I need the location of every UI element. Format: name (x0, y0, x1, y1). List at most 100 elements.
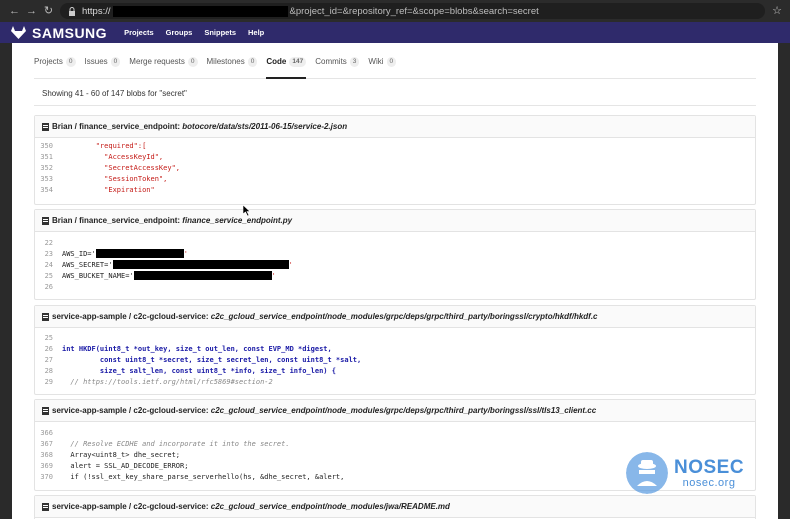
search-results: Projects 0 Issues 0 Merge requests 0 Milest… (12, 43, 778, 519)
tab-label: Code (266, 57, 287, 66)
app-header: SAMSUNG Projects Groups Snippets Help (0, 22, 790, 43)
brand-name[interactable]: SAMSUNG (32, 25, 107, 41)
blob-path[interactable]: finance_service_endpoint.py (182, 216, 292, 225)
code-text: AWS_SECRET=' (62, 261, 113, 269)
line-number[interactable]: 368 (35, 450, 62, 461)
code-text: // https://tools.ietf.org/html/rfc5869#s… (62, 378, 273, 386)
blob-project[interactable]: service-app-sample / c2c-gcloud-service: (52, 406, 209, 415)
nav-help[interactable]: Help (248, 28, 264, 37)
tab-count: 3 (349, 57, 360, 67)
tab-commits[interactable]: Commits 3 (315, 51, 360, 79)
file-icon (42, 122, 49, 131)
line-number[interactable]: 27 (35, 355, 62, 366)
code-line: 350 "required":[ (35, 141, 755, 152)
code-line: 352 "SecretAccessKey", (35, 163, 755, 174)
line-number[interactable]: 350 (35, 141, 62, 152)
back-icon[interactable]: ← (9, 5, 20, 17)
blob-header[interactable]: Brian / finance_service_endpoint: financ… (35, 210, 755, 232)
tab-label: Issues (84, 57, 108, 66)
blob-result: Brian / finance_service_endpoint: financ… (34, 209, 756, 300)
url-prefix: https:// (82, 5, 111, 17)
code-snippet: 350 "required":[ 351 "AccessKeyId", 352 … (35, 138, 755, 196)
address-bar[interactable]: https:// &project_id=&repository_ref=&sc… (60, 3, 765, 19)
code-snippet: 25 26 int HKDF(uint8_t *out_key, size_t o… (35, 328, 755, 388)
line-number[interactable]: 25 (35, 333, 62, 344)
line-number[interactable]: 25 (35, 271, 62, 282)
nav-groups[interactable]: Groups (166, 28, 193, 37)
code-line: 25 (35, 333, 755, 344)
line-number[interactable]: 22 (35, 238, 62, 249)
nav-projects[interactable]: Projects (124, 28, 154, 37)
code-text: alert = SSL_AD_DECODE_ERROR; (62, 462, 189, 470)
line-number[interactable]: 352 (35, 163, 62, 174)
nav-snippets[interactable]: Snippets (204, 28, 236, 37)
code-line: 23 AWS_ID=' ' (35, 249, 755, 260)
code-snippet: 22 23 AWS_ID=' ' 24 AWS_SECRET=' ' 25 AWS_BUC… (35, 232, 755, 293)
tab-merge-requests[interactable]: Merge requests 0 (129, 51, 198, 79)
redacted-secret (112, 260, 289, 269)
blob-path[interactable]: c2c_gcloud_service_endpoint/node_modules… (211, 312, 598, 321)
blob-path[interactable]: c2c_gcloud_service_endpoint/node_modules… (211, 502, 450, 511)
line-number[interactable]: 28 (35, 366, 62, 377)
blob-project[interactable]: service-app-sample / c2c-gcloud-service: (52, 502, 209, 511)
tab-count: 0 (386, 57, 397, 67)
search-tabs: Projects 0 Issues 0 Merge requests 0 Milest… (34, 51, 756, 79)
line-number[interactable]: 370 (35, 472, 62, 483)
code-text: size_t salt_len, const uint8_t *info, si… (62, 367, 336, 375)
file-icon (42, 216, 49, 225)
code-line: 22 (35, 238, 755, 249)
code-line: 24 AWS_SECRET=' ' (35, 260, 755, 271)
line-number[interactable]: 367 (35, 439, 62, 450)
blob-header[interactable]: service-app-sample / c2c-gcloud-service:… (35, 306, 755, 328)
code-text: AWS_BUCKET_NAME=' (62, 272, 134, 280)
line-number[interactable]: 353 (35, 174, 62, 185)
reload-icon[interactable]: ↻ (43, 5, 54, 17)
code-line: 25 AWS_BUCKET_NAME=' ' (35, 271, 755, 282)
watermark-subtitle: nosec.org (682, 476, 736, 489)
tab-code[interactable]: Code 147 (266, 51, 307, 79)
tab-wiki[interactable]: Wiki 0 (368, 51, 397, 79)
line-number[interactable]: 26 (35, 282, 62, 293)
forward-icon[interactable]: → (26, 5, 37, 17)
code-text: "required":[ (62, 142, 147, 150)
gitlab-logo-icon[interactable] (11, 26, 26, 39)
tab-count: 0 (110, 57, 121, 67)
bookmark-star-icon[interactable]: ☆ (772, 4, 782, 17)
line-number[interactable]: 369 (35, 461, 62, 472)
code-line: 27 const uint8_t *secret, size_t secret_… (35, 355, 755, 366)
blob-result: service-app-sample / c2c-gcloud-service:… (34, 495, 756, 519)
tab-projects[interactable]: Projects 0 (34, 51, 76, 79)
line-number[interactable]: 23 (35, 249, 62, 260)
blob-header[interactable]: service-app-sample / c2c-gcloud-service:… (35, 496, 755, 518)
mouse-cursor-icon (243, 205, 251, 216)
top-nav: Projects Groups Snippets Help (124, 28, 276, 37)
blob-project[interactable]: Brian / finance_service_endpoint: (52, 122, 180, 131)
tab-count: 0 (247, 57, 258, 67)
blob-path[interactable]: botocore/data/sts/2011-06-15/service-2.j… (182, 122, 347, 131)
blob-project[interactable]: service-app-sample / c2c-gcloud-service: (52, 312, 209, 321)
blob-path[interactable]: c2c_gcloud_service_endpoint/node_modules… (211, 406, 596, 415)
line-number[interactable]: 29 (35, 377, 62, 388)
code-text: "SecretAccessKey", (62, 164, 181, 172)
tab-count: 0 (187, 57, 198, 67)
file-icon (42, 312, 49, 321)
tab-milestones[interactable]: Milestones 0 (207, 51, 258, 79)
code-line: 354 "Expiration" (35, 185, 755, 196)
tab-count: 0 (65, 57, 76, 67)
line-number[interactable]: 366 (35, 428, 62, 439)
tab-label: Commits (315, 57, 347, 66)
redacted-secret (133, 271, 272, 280)
line-number[interactable]: 24 (35, 260, 62, 271)
code-text: int HKDF(uint8_t *out_key, size_t out_le… (62, 345, 332, 353)
blob-project[interactable]: Brian / finance_service_endpoint: (52, 216, 180, 225)
code-text: AWS_ID=' (62, 250, 96, 258)
tab-issues[interactable]: Issues 0 (85, 51, 121, 79)
tab-label: Projects (34, 57, 63, 66)
tab-count: 147 (289, 57, 307, 67)
blob-header[interactable]: Brian / finance_service_endpoint: botoco… (35, 116, 755, 138)
line-number[interactable]: 351 (35, 152, 62, 163)
line-number[interactable]: 354 (35, 185, 62, 196)
line-number[interactable]: 26 (35, 344, 62, 355)
code-line: 353 "SessionToken", (35, 174, 755, 185)
blob-header[interactable]: service-app-sample / c2c-gcloud-service:… (35, 400, 755, 422)
